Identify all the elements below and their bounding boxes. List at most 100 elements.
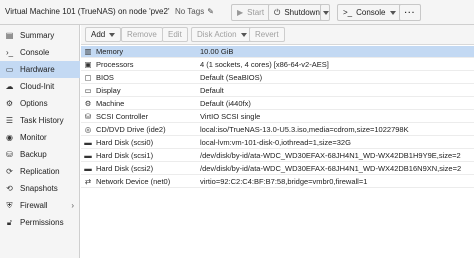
- console-icon: ›_: [5, 48, 14, 57]
- edit-button[interactable]: Edit: [162, 27, 188, 42]
- table-row[interactable]: ⛁ SCSI Controller VirtIO SCSI single: [81, 111, 474, 123]
- tags-area[interactable]: No Tags ✎: [175, 7, 214, 16]
- unlock-icon: 🔓︎: [6, 217, 13, 227]
- disk-action-button[interactable]: Disk Action: [191, 27, 253, 42]
- table-row[interactable]: ▥ Memory 10.00 GiB: [81, 46, 474, 58]
- row-value: Default (i440fx): [200, 99, 251, 108]
- table-row[interactable]: ▣ Processors 4 (1 sockets, 4 cores) [x86…: [81, 59, 474, 71]
- shutdown-label: Shutdown: [284, 8, 320, 17]
- table-row[interactable]: ⇄ Network Device (net0) virtio=92:C2:C4:…: [81, 176, 474, 188]
- sidebar-item-label: Task History: [20, 116, 64, 125]
- sidebar-item-label: Cloud-Init: [20, 82, 55, 91]
- cloud-icon: ☁: [5, 82, 14, 91]
- remove-button[interactable]: Remove: [121, 27, 163, 42]
- sidebar-item-summary[interactable]: ▤ Summary: [0, 27, 80, 44]
- table-row[interactable]: ▭ Display Default: [81, 85, 474, 97]
- table-row[interactable]: ◎ CD/DVD Drive (ide2) local:iso/TrueNAS-…: [81, 124, 474, 136]
- table-row[interactable]: ▬ Hard Disk (scsi1) /dev/disk/by-id/ata-…: [81, 150, 474, 162]
- harddisk-icon: ▬: [84, 151, 92, 160]
- row-value: local-lvm:vm-101-disk-0,iothread=1,size=…: [200, 138, 351, 147]
- row-name: Processors: [96, 60, 134, 69]
- hardware-grid: ▥ Memory 10.00 GiB ▣ Processors 4 (1 soc…: [81, 46, 474, 258]
- table-row[interactable]: ▬ Hard Disk (scsi0) local-lvm:vm-101-dis…: [81, 137, 474, 149]
- more-button[interactable]: ···: [399, 4, 421, 21]
- terminal-icon: >_: [343, 8, 353, 17]
- top-toolbar: Virtual Machine 101 (TrueNAS) on node 'p…: [0, 0, 474, 25]
- display-icon: ▭: [84, 86, 92, 95]
- table-row[interactable]: ⚙ Machine Default (i440fx): [81, 98, 474, 110]
- power-icon: ⏻: [274, 7, 281, 17]
- play-icon: ▶: [237, 8, 244, 17]
- sidebar-item-options[interactable]: ⚙ Options: [0, 95, 80, 112]
- row-value: 4 (1 sockets, 4 cores) [x86-64-v2-AES]: [200, 60, 329, 69]
- revert-button[interactable]: Revert: [249, 27, 285, 42]
- machine-icon: ⚙: [84, 99, 92, 108]
- row-name: CD/DVD Drive (ide2): [96, 125, 166, 134]
- row-name: Network Device (net0): [96, 177, 171, 186]
- sidebar-item-console[interactable]: ›_ Console: [0, 44, 80, 61]
- summary-icon: ▤: [5, 31, 14, 40]
- chevron-down-icon: [323, 10, 329, 15]
- backup-icon: ⛁: [6, 150, 13, 159]
- sidebar-item-cloud-init[interactable]: ☁ Cloud-Init: [0, 78, 80, 95]
- list-icon: ☰: [5, 116, 14, 125]
- row-name: Hard Disk (scsi2): [96, 164, 154, 173]
- row-value: Default: [200, 86, 224, 95]
- network-icon: ⇄: [84, 177, 92, 186]
- sidebar-item-label: Summary: [20, 31, 55, 40]
- row-value: /dev/disk/by-id/ata-WDC_WD30EFAX-68JH4N1…: [200, 164, 462, 173]
- hardware-toolbar: Add Remove Edit Disk Action Revert: [81, 25, 474, 45]
- row-value: Default (SeaBIOS): [200, 73, 263, 82]
- console-button[interactable]: >_ Console: [337, 4, 403, 21]
- ellipsis-icon: ···: [404, 8, 416, 17]
- chevron-down-icon: [109, 32, 116, 37]
- row-value: virtio=92:C2:C4:BF:B7:58,bridge=vmbr0,fi…: [200, 177, 368, 186]
- sidebar-item-task-history[interactable]: ☰ Task History: [0, 112, 80, 129]
- add-label: Add: [91, 30, 106, 39]
- chevron-right-icon[interactable]: ›: [71, 201, 74, 210]
- history-icon: ⟲: [6, 184, 13, 193]
- sidebar-item-snapshots[interactable]: ⟲ Snapshots: [0, 180, 80, 197]
- add-button[interactable]: Add: [85, 27, 122, 42]
- disk-action-label: Disk Action: [197, 30, 237, 39]
- sidebar-item-backup[interactable]: ⛁ Backup: [0, 146, 80, 163]
- sidebar-item-label: Backup: [20, 150, 47, 159]
- remove-label: Remove: [127, 30, 157, 39]
- start-label: Start: [247, 8, 265, 17]
- sidebar-item-permissions[interactable]: 🔓︎ Permissions: [0, 214, 80, 231]
- sidebar-item-label: Firewall: [20, 201, 48, 210]
- gear-icon: ⚙: [5, 99, 14, 108]
- table-row[interactable]: ▢ BIOS Default (SeaBIOS): [81, 72, 474, 84]
- row-value: 10.00 GiB: [200, 47, 234, 56]
- shutdown-button[interactable]: ⏻ Shutdown: [268, 4, 326, 21]
- sidebar-item-replication[interactable]: ⟳ Replication: [0, 163, 80, 180]
- hardware-icon: ▭: [5, 65, 14, 74]
- row-value: VirtIO SCSI single: [200, 112, 261, 121]
- row-value: local:iso/TrueNAS-13.0-U5.3.iso,media=cd…: [200, 125, 409, 134]
- shield-icon: ⛨: [6, 200, 13, 210]
- sidebar-item-label: Snapshots: [20, 184, 58, 193]
- database-icon: ⛁: [84, 112, 92, 121]
- table-row[interactable]: ▬ Hard Disk (scsi2) /dev/disk/by-id/ata-…: [81, 163, 474, 175]
- sidebar-item-firewall[interactable]: ⛨ Firewall ›: [0, 197, 80, 214]
- sidebar-item-label: Options: [20, 99, 48, 108]
- eye-icon: ◉: [6, 133, 13, 142]
- pencil-icon[interactable]: ✎: [207, 7, 214, 16]
- harddisk-icon: ▬: [84, 164, 92, 173]
- console-label: Console: [356, 8, 386, 17]
- vm-title: Virtual Machine 101 (TrueNAS) on node 'p…: [5, 7, 170, 16]
- refresh-icon: ⟳: [6, 167, 13, 176]
- row-name: Display: [96, 86, 121, 95]
- start-button[interactable]: ▶ Start: [231, 4, 271, 21]
- sidebar-item-label: Permissions: [20, 218, 64, 227]
- tags-label: No Tags: [175, 7, 205, 16]
- shutdown-dropdown[interactable]: [320, 4, 330, 21]
- edit-label: Edit: [168, 30, 182, 39]
- row-name: BIOS: [96, 73, 114, 82]
- sidebar-item-monitor[interactable]: ◉ Monitor: [0, 129, 80, 146]
- sidebar-item-hardware[interactable]: ▭ Hardware: [0, 61, 80, 78]
- row-name: Memory: [96, 47, 124, 56]
- sidebar-item-label: Replication: [20, 167, 60, 176]
- cpu-icon: ▣: [84, 60, 92, 69]
- memory-icon: ▥: [84, 47, 92, 56]
